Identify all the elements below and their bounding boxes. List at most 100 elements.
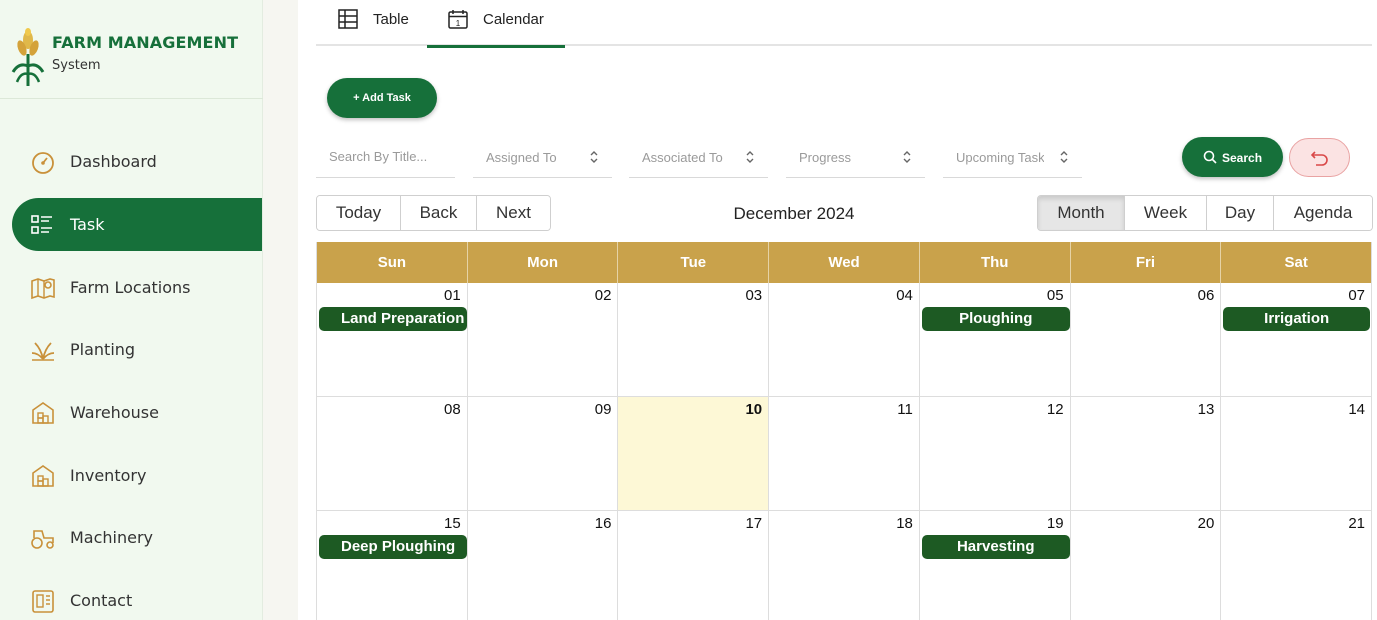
day-cell[interactable]: 06 [1071,283,1222,396]
sort-caret-icon [1060,151,1068,163]
add-task-button[interactable]: + Add Task [327,78,437,118]
event-irrigation[interactable]: Irrigation [1223,307,1371,331]
task-list-icon [31,215,52,234]
progress-label: Progress [799,150,852,165]
event-harvesting[interactable]: Harvesting [921,535,1070,559]
day-cell[interactable]: 21 [1221,511,1371,620]
day-cell[interactable]: 07 Irrigation [1221,283,1371,396]
title-search-input[interactable] [329,149,449,164]
day-cell[interactable]: 08 [317,397,468,510]
event-ploughing[interactable]: Ploughing [921,307,1070,331]
day-cell[interactable]: 11 [769,397,920,510]
day-number: 03 [745,287,763,304]
month-view-button[interactable]: Month [1038,196,1125,230]
day-number: 20 [1197,515,1215,532]
day-number: 14 [1348,401,1366,418]
weekday-mon: Mon [468,242,619,283]
brand-title: FARM MANAGEMENT [52,33,239,52]
month-calendar: Sun Mon Tue Wed Thu Fri Sat 01 Land Prep… [316,242,1372,620]
day-number: 16 [594,515,612,532]
day-cell[interactable]: 02 [468,283,619,396]
sidebar-item-dashboard[interactable]: Dashboard [12,135,262,188]
day-cell[interactable]: 12 [920,397,1071,510]
sidebar-item-label: Warehouse [70,403,159,422]
today-cell[interactable]: 10 [618,397,770,510]
day-number: 10 [745,401,763,418]
associated-to-label: Associated To [642,150,723,165]
sidebar: FARM MANAGEMENT System Dashboard Task Fa… [0,0,263,620]
search-button[interactable]: Search [1182,137,1283,177]
weekday-wed: Wed [769,242,920,283]
day-number: 13 [1197,401,1215,418]
sidebar-item-task[interactable]: Task [12,198,262,251]
day-number: 11 [897,401,913,418]
day-cell[interactable]: 17 [618,511,770,620]
agenda-view-button[interactable]: Agenda [1274,196,1372,230]
sidebar-item-label: Inventory [70,466,147,485]
day-number: 21 [1348,515,1366,532]
sidebar-item-label: Contact [70,591,133,610]
progress-select[interactable]: Progress [786,137,925,178]
next-button[interactable]: Next [477,196,550,230]
day-number: 06 [1197,287,1215,304]
sidebar-item-farm-locations[interactable]: Farm Locations [12,261,262,314]
sidebar-item-inventory[interactable]: Inventory [12,449,262,502]
week-view-button[interactable]: Week [1125,196,1207,230]
search-button-label: Search [1222,151,1263,165]
weekday-sun: Sun [317,242,468,283]
day-cell[interactable]: 18 [769,511,920,620]
weekday-sat: Sat [1284,254,1308,271]
day-cell[interactable]: 05 Ploughing [920,283,1071,396]
upcoming-task-label: Upcoming Task [956,150,1044,165]
sidebar-item-contact[interactable]: Contact [12,574,262,620]
day-view-button[interactable]: Day [1207,196,1274,230]
search-icon [1203,150,1217,164]
assigned-to-select[interactable]: Assigned To [473,137,612,178]
back-button[interactable]: Back [401,196,477,230]
day-number: 19 [1046,515,1064,532]
day-cell[interactable]: 13 [1071,397,1222,510]
sidebar-item-planting[interactable]: Planting [12,323,262,376]
day-cell[interactable]: 19 Harvesting [920,511,1071,620]
day-cell[interactable]: 20 [1071,511,1222,620]
wheat-logo-icon [11,28,45,86]
table-icon [338,9,358,29]
day-cell[interactable]: 03 [618,283,770,396]
event-land-preparation[interactable]: Land Preparation [319,307,467,331]
tab-label: Table [373,11,409,28]
day-number: 15 [444,515,461,532]
calendar-view-group: Month Week Day Agenda [1037,195,1373,231]
sidebar-item-warehouse[interactable]: Warehouse [12,386,262,439]
calendar-month-label: December 2024 [733,204,855,223]
undo-icon [1311,151,1328,166]
view-tabs: Table 1 Calendar [316,0,1372,48]
sidebar-item-label: Dashboard [70,152,157,171]
assigned-to-label: Assigned To [486,150,557,165]
sidebar-item-machinery[interactable]: Machinery [12,511,262,564]
sidebar-item-label: Task [70,215,105,234]
tab-label: Calendar [483,11,544,28]
warehouse-icon [32,402,54,424]
day-cell[interactable]: 14 [1221,397,1371,510]
day-cell[interactable]: 01 Land Preparation [317,283,468,396]
weekday-fri: Fri [1071,242,1222,283]
day-number: 18 [896,515,913,532]
title-search-field [316,137,455,178]
sidebar-item-label: Machinery [70,528,154,547]
event-deep-ploughing[interactable]: Deep Ploughing [319,535,467,559]
weekday-thu: Thu [920,242,1071,283]
associated-to-select[interactable]: Associated To [629,137,768,178]
day-cell[interactable]: 09 [468,397,619,510]
reset-button[interactable] [1289,138,1350,177]
tab-calendar[interactable]: 1 Calendar [427,0,565,48]
day-cell[interactable]: 15 Deep Ploughing [317,511,468,620]
day-number: 05 [1046,287,1064,304]
day-cell[interactable]: 04 [769,283,920,396]
brand-header: FARM MANAGEMENT System [0,0,263,99]
tab-table[interactable]: Table [316,0,427,46]
today-button[interactable]: Today [317,196,401,230]
day-cell[interactable]: 16 [468,511,619,620]
sort-caret-icon [590,151,598,163]
calendar-icon: 1 [448,10,468,29]
upcoming-task-select[interactable]: Upcoming Task [943,137,1082,178]
